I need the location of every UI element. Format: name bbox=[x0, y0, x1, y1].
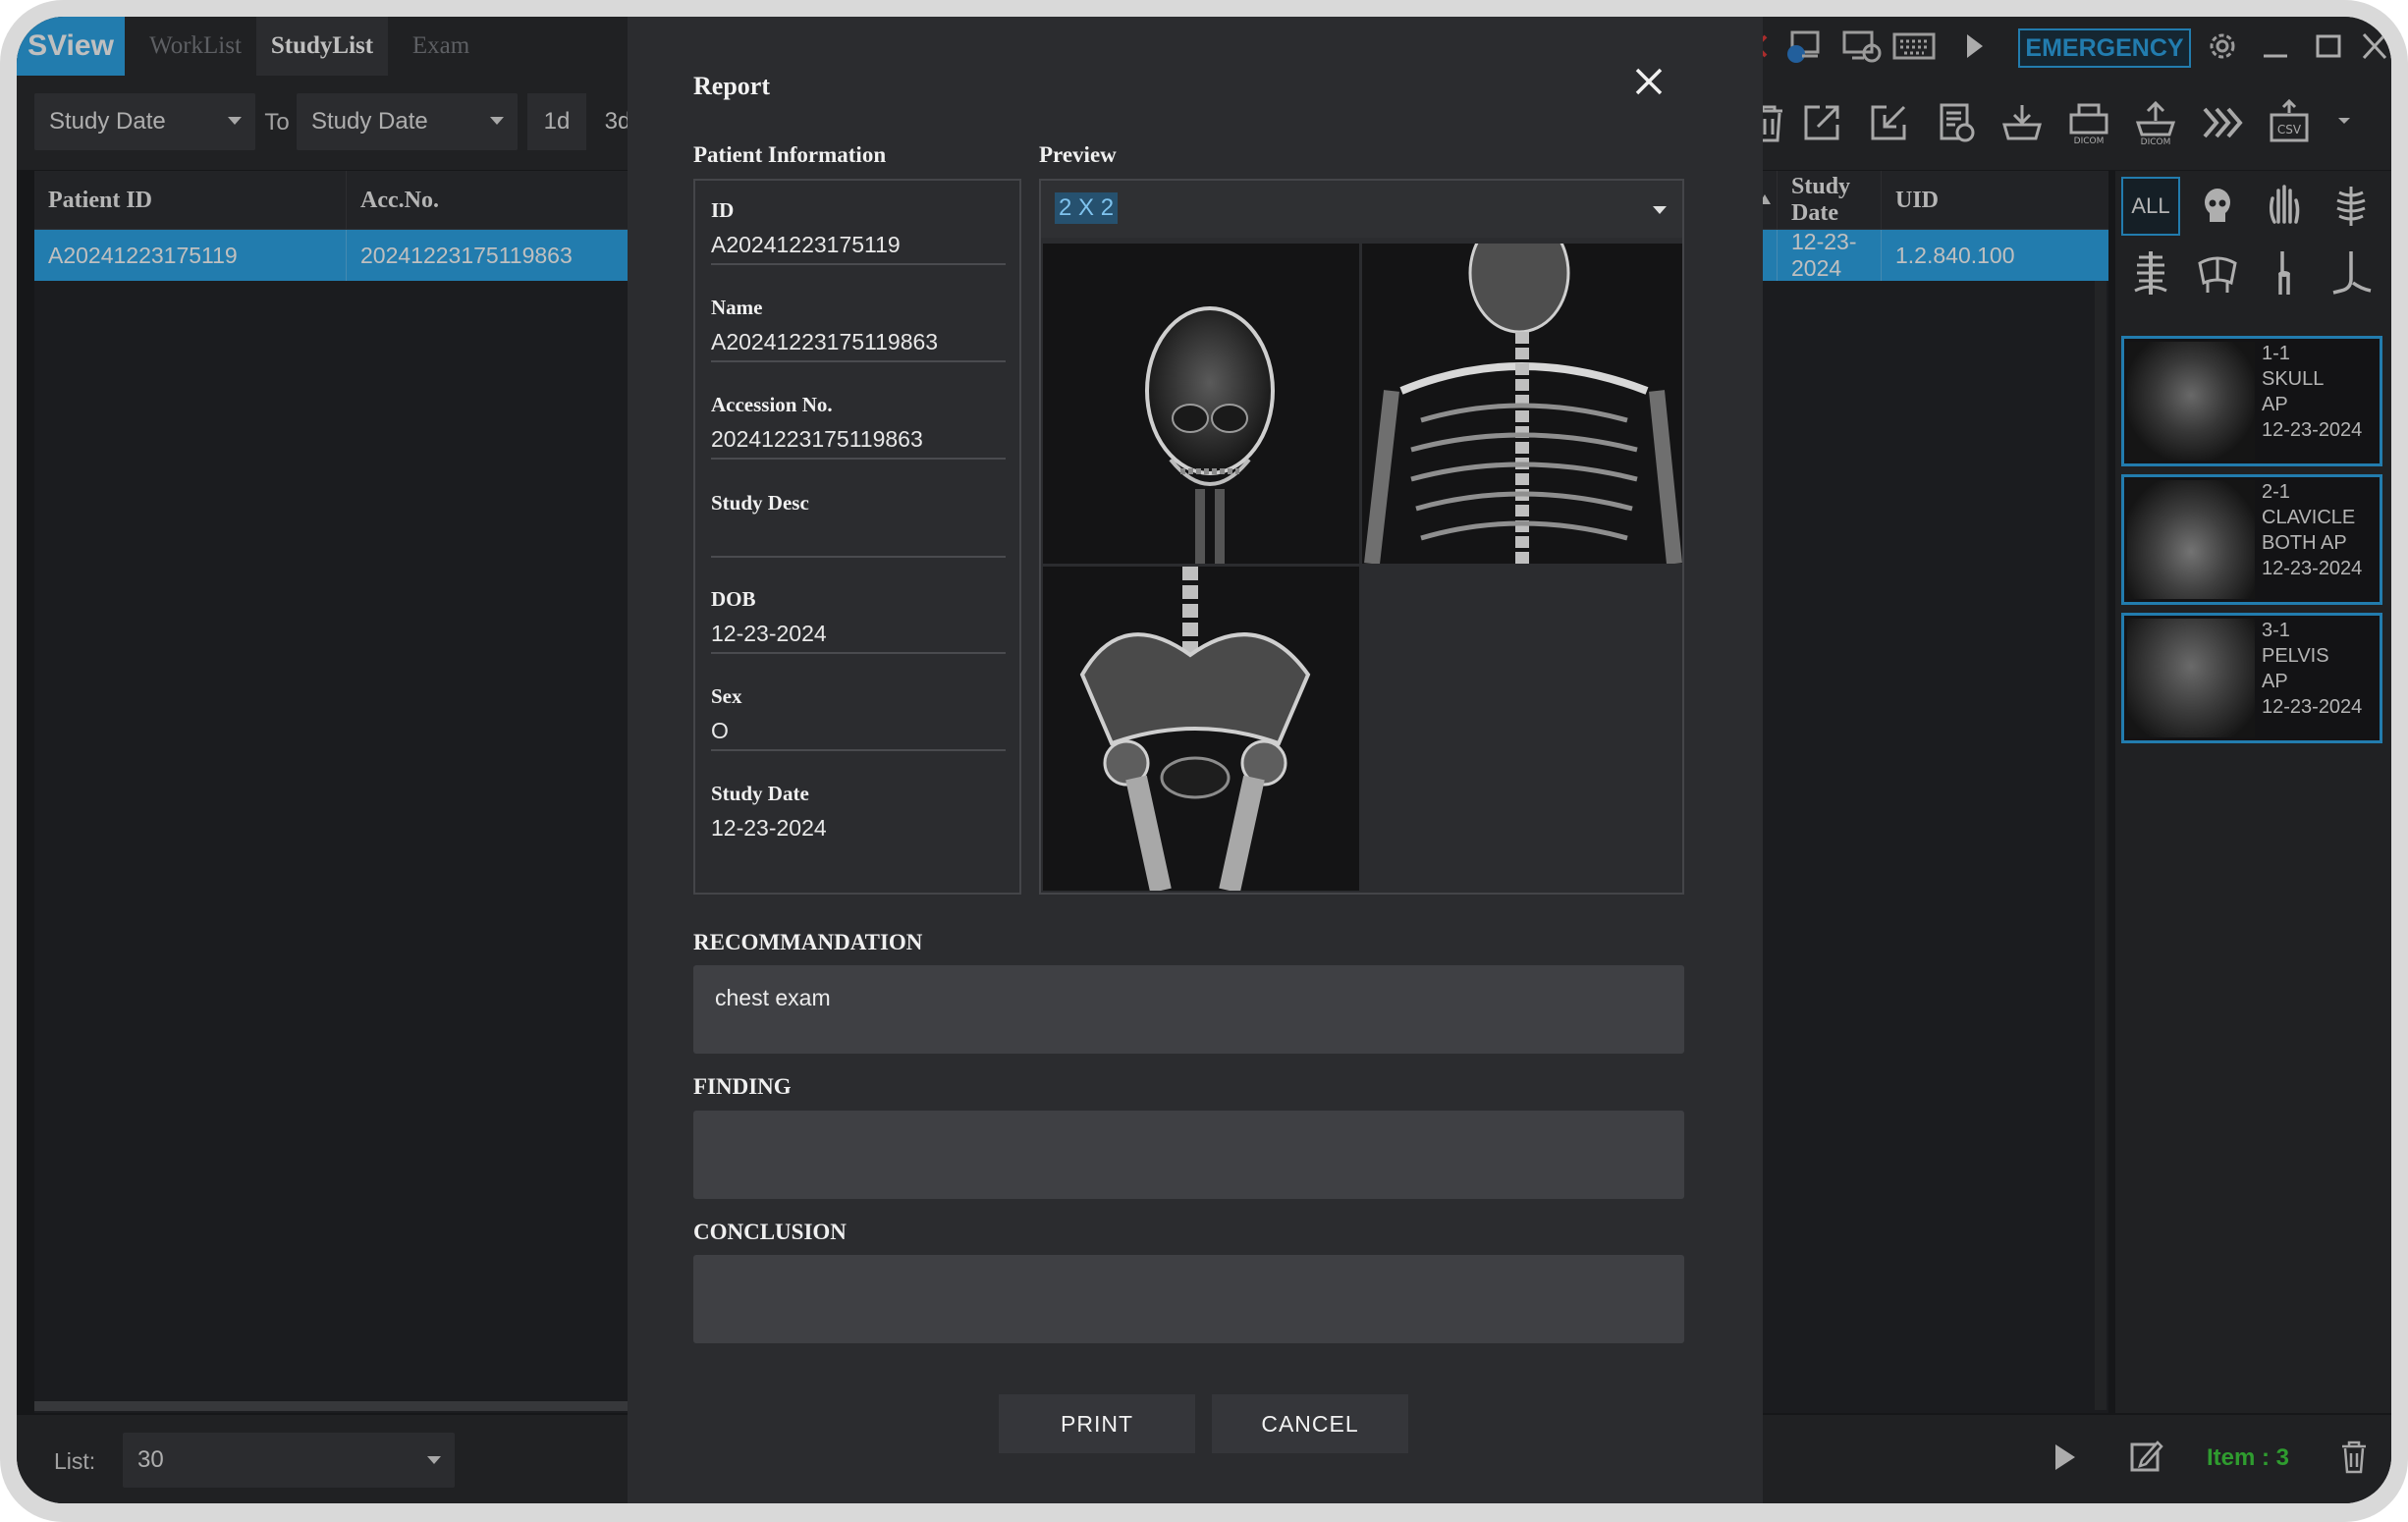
finding-heading: FINDING bbox=[693, 1074, 792, 1099]
field-label-accession: Accession No. bbox=[711, 393, 833, 416]
field-value-accession: 20241223175119863 bbox=[711, 426, 1006, 460]
report-dialog: Report Patient Information Preview ID A2… bbox=[628, 17, 1763, 1503]
finding-textarea[interactable] bbox=[693, 1111, 1684, 1199]
field-value-id: A20241223175119 bbox=[711, 232, 1006, 265]
preview-panel: 2 X 2 bbox=[1039, 179, 1684, 895]
field-label-study-desc: Study Desc bbox=[711, 491, 809, 515]
field-value-study-date: 12-23-2024 bbox=[711, 815, 827, 841]
device-frame: SView WorkList StudyList Exam EMERGENCY … bbox=[0, 0, 2408, 1522]
layout-value: 2 X 2 bbox=[1055, 192, 1119, 224]
field-label-dob: DOB bbox=[711, 587, 756, 611]
conclusion-heading: CONCLUSION bbox=[693, 1220, 847, 1244]
conclusion-textarea[interactable] bbox=[693, 1255, 1684, 1343]
field-label-id: ID bbox=[711, 198, 735, 222]
recommendation-heading: RECOMMANDATION bbox=[693, 930, 923, 954]
field-label-name: Name bbox=[711, 296, 763, 319]
field-label-sex: Sex bbox=[711, 684, 742, 708]
field-value-study-desc bbox=[711, 524, 1006, 558]
field-label-study-date: Study Date bbox=[711, 782, 809, 805]
app-window: SView WorkList StudyList Exam EMERGENCY … bbox=[17, 17, 2391, 1503]
dialog-title: Report bbox=[693, 72, 770, 100]
field-value-name: A20241223175119863 bbox=[711, 329, 1006, 362]
preview-heading: Preview bbox=[1039, 142, 1117, 167]
field-value-sex: O bbox=[711, 718, 1006, 751]
recommendation-textarea[interactable]: chest exam bbox=[693, 965, 1684, 1054]
chevron-down-icon bbox=[1653, 206, 1667, 214]
preview-image-clavicle bbox=[1362, 244, 1682, 564]
close-icon[interactable] bbox=[1629, 62, 1669, 101]
preview-image-skull bbox=[1043, 244, 1359, 564]
print-button[interactable]: PRINT bbox=[999, 1394, 1195, 1453]
preview-empty-slot bbox=[1362, 567, 1682, 891]
patient-info-panel: ID A20241223175119 Name A202412231751198… bbox=[693, 179, 1021, 895]
cancel-button[interactable]: CANCEL bbox=[1212, 1394, 1408, 1453]
patient-info-heading: Patient Information bbox=[693, 142, 887, 167]
preview-image-pelvis bbox=[1043, 567, 1359, 891]
layout-dropdown[interactable]: 2 X 2 bbox=[1041, 181, 1682, 238]
field-value-dob: 12-23-2024 bbox=[711, 621, 1006, 654]
